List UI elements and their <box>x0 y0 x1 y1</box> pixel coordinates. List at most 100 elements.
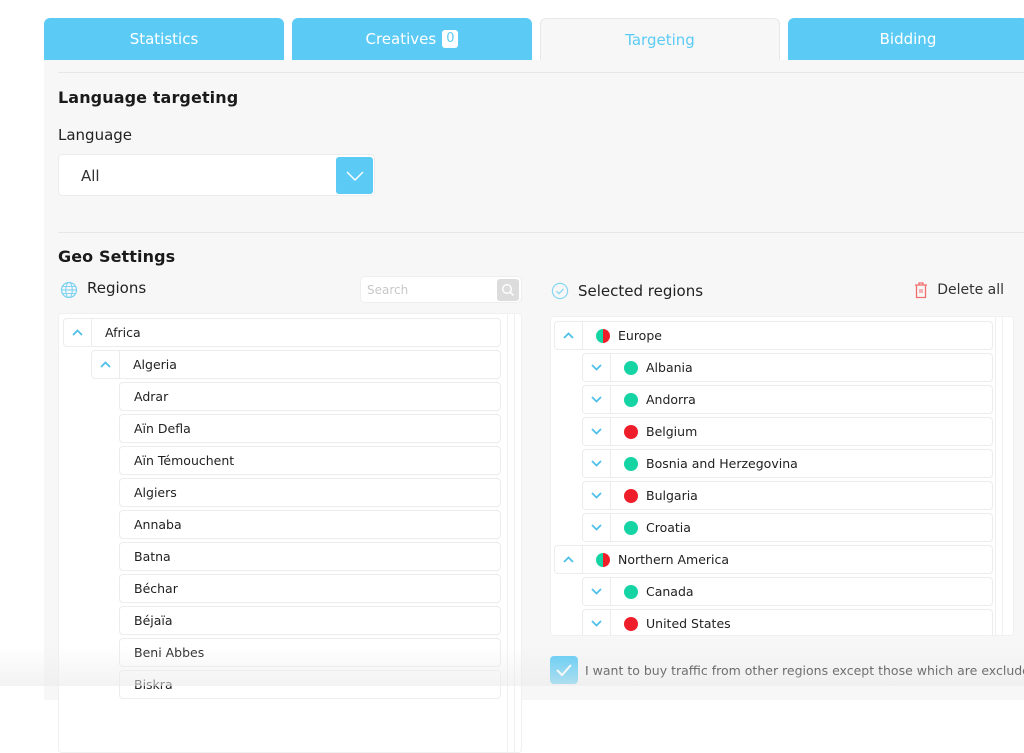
region-row[interactable]: Biskra <box>119 670 501 699</box>
search-icon[interactable] <box>497 279 519 301</box>
selected-region-row[interactable]: Albania <box>582 353 993 382</box>
selected-regions-title: Selected regions <box>578 282 703 300</box>
selected-region-label: Andorra <box>638 392 696 407</box>
status-included-icon[interactable] <box>624 521 638 535</box>
region-row[interactable]: Beni Abbes <box>119 638 501 667</box>
selected-regions-tree: Europe Albania Andorra Belgium Bosnia and He… <box>550 316 1014 636</box>
selected-region-label: Canada <box>638 584 694 599</box>
region-label: Biskra <box>120 677 173 692</box>
region-row[interactable]: Batna <box>119 542 501 571</box>
region-row[interactable]: Aïn Témouchent <box>119 446 501 475</box>
selected-region-label: Albania <box>638 360 693 375</box>
regions-scrollbar[interactable] <box>507 314 515 752</box>
region-row[interactable]: Béjaïa <box>119 606 501 635</box>
chevron-down-icon[interactable] <box>583 450 611 477</box>
selected-region-label: Croatia <box>638 520 691 535</box>
region-row[interactable]: Annaba <box>119 510 501 539</box>
chevron-down-icon[interactable] <box>583 482 611 509</box>
targeting-panel: Language targeting Language All Geo Sett… <box>44 60 1024 700</box>
region-row[interactable]: Africa <box>63 318 501 347</box>
status-excluded-icon[interactable] <box>624 489 638 503</box>
region-label: Annaba <box>120 517 182 532</box>
regions-tree: Africa Algeria Adrar Aïn Defla Aïn Témouchen… <box>58 313 522 753</box>
region-row[interactable]: Aïn Defla <box>119 414 501 443</box>
selected-region-row[interactable]: United States <box>582 609 993 636</box>
other-regions-checkbox-label: I want to buy traffic from other regions… <box>585 663 1024 678</box>
region-label: Aïn Témouchent <box>120 453 234 468</box>
tab-targeting[interactable]: Targeting <box>540 18 780 60</box>
chevron-down-icon[interactable] <box>583 354 611 381</box>
region-label: Algeria <box>120 357 177 372</box>
delete-all-button[interactable]: Delete all <box>914 281 1004 299</box>
regions-title: Regions <box>87 279 146 297</box>
language-select-value: All <box>81 167 100 185</box>
tab-label: Targeting <box>625 31 695 49</box>
status-excluded-icon[interactable] <box>624 617 638 631</box>
chevron-down-icon[interactable] <box>583 386 611 413</box>
tab-creatives[interactable]: Creatives 0 <box>292 18 532 60</box>
status-included-icon[interactable] <box>624 457 638 471</box>
selected-region-label: Belgium <box>638 424 697 439</box>
status-mixed-icon[interactable] <box>596 329 610 343</box>
selected-region-row[interactable]: Andorra <box>582 385 993 414</box>
selected-regions-scrollbar[interactable] <box>995 317 1003 635</box>
selected-region-row[interactable]: Croatia <box>582 513 993 542</box>
region-search <box>360 276 522 303</box>
geo-settings-title: Geo Settings <box>58 247 175 266</box>
creatives-count-badge: 0 <box>442 30 458 48</box>
region-label: Batna <box>120 549 171 564</box>
chevron-up-icon[interactable] <box>555 322 583 349</box>
chevron-up-icon[interactable] <box>555 546 583 573</box>
region-label: Beni Abbes <box>120 645 204 660</box>
divider <box>58 72 1024 73</box>
region-label: Adrar <box>120 389 168 404</box>
selected-region-label: United States <box>638 616 731 631</box>
selected-region-label: Northern America <box>610 552 729 567</box>
chevron-up-icon[interactable] <box>92 351 120 378</box>
selected-region-row[interactable]: Bosnia and Herzegovina <box>582 449 993 478</box>
tab-label: Creatives <box>366 30 437 48</box>
status-included-icon[interactable] <box>624 393 638 407</box>
selected-region-row[interactable]: Canada <box>582 577 993 606</box>
selected-region-label: Europe <box>610 328 662 343</box>
tab-bidding[interactable]: Bidding <box>788 18 1024 60</box>
region-label: Béjaïa <box>120 613 173 628</box>
region-label: Béchar <box>120 581 178 596</box>
region-row[interactable]: Algeria <box>91 350 501 379</box>
tab-label: Bidding <box>880 30 937 48</box>
language-targeting-title: Language targeting <box>58 88 238 107</box>
region-label: Africa <box>92 325 141 340</box>
tab-bar: Statistics Creatives 0 Targeting Bidding <box>44 18 1024 60</box>
tab-statistics[interactable]: Statistics <box>44 18 284 60</box>
status-included-icon[interactable] <box>624 361 638 375</box>
chevron-down-icon[interactable] <box>583 610 611 636</box>
region-label: Algiers <box>120 485 177 500</box>
status-mixed-icon[interactable] <box>596 553 610 567</box>
region-search-input[interactable] <box>367 281 487 299</box>
other-regions-checkbox[interactable] <box>550 656 578 684</box>
selected-region-row[interactable]: Northern America <box>554 545 993 574</box>
chevron-down-icon[interactable] <box>583 578 611 605</box>
language-select[interactable]: All <box>58 154 375 196</box>
trash-icon <box>914 281 928 299</box>
selected-region-row[interactable]: Bulgaria <box>582 481 993 510</box>
delete-all-label: Delete all <box>937 282 1004 298</box>
language-label: Language <box>58 126 132 144</box>
selected-region-row[interactable]: Europe <box>554 321 993 350</box>
chevron-down-icon[interactable] <box>336 157 373 194</box>
region-row[interactable]: Algiers <box>119 478 501 507</box>
selected-region-label: Bulgaria <box>638 488 698 503</box>
status-excluded-icon[interactable] <box>624 425 638 439</box>
region-row[interactable]: Béchar <box>119 574 501 603</box>
selected-region-label: Bosnia and Herzegovina <box>638 456 798 471</box>
chevron-up-icon[interactable] <box>64 319 92 346</box>
region-label: Aïn Defla <box>120 421 191 436</box>
chevron-down-icon[interactable] <box>583 514 611 541</box>
globe-icon <box>60 281 78 303</box>
region-row[interactable]: Adrar <box>119 382 501 411</box>
status-included-icon[interactable] <box>624 585 638 599</box>
divider <box>58 232 1024 233</box>
selected-region-row[interactable]: Belgium <box>582 417 993 446</box>
check-circle-icon <box>551 282 569 304</box>
chevron-down-icon[interactable] <box>583 418 611 445</box>
